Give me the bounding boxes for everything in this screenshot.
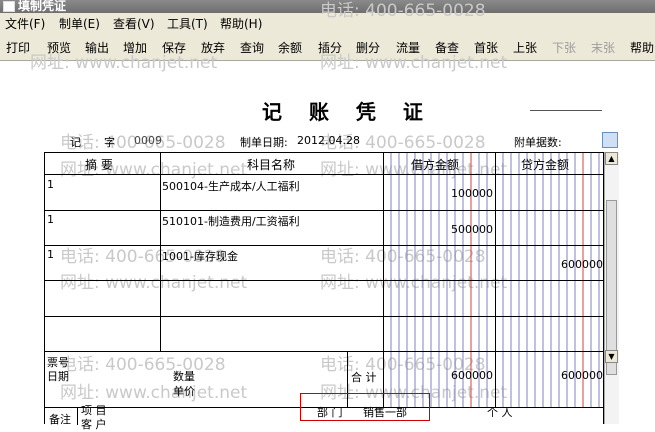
- person-label: 个 人: [487, 406, 513, 419]
- customer-label: 客 户: [81, 418, 107, 431]
- watermark-phone: 电话: 400-665-0028: [320, 1, 486, 21]
- scroll-thumb[interactable]: [606, 200, 617, 375]
- divider: [45, 280, 605, 281]
- menu-view[interactable]: 查看(V): [113, 15, 155, 32]
- divider: [45, 316, 605, 317]
- scroll-up-icon[interactable]: ▲: [605, 152, 618, 165]
- vertical-scrollbar[interactable]: ▲ ▼: [604, 152, 619, 424]
- menu-tools[interactable]: 工具(T): [167, 15, 208, 32]
- column-header-account: 科目名称: [247, 158, 296, 172]
- voucher-title: 记 账 凭 证: [262, 100, 433, 124]
- scroll-down-icon[interactable]: ▼: [605, 350, 618, 363]
- ticket-date-label: 日期: [47, 370, 69, 383]
- row-summary[interactable]: 1: [47, 248, 54, 261]
- search-icon[interactable]: [602, 132, 618, 148]
- divider: [45, 210, 605, 211]
- app-icon: [3, 1, 15, 12]
- unit-price-label: 单价: [173, 385, 195, 398]
- row-summary[interactable]: 1: [47, 213, 54, 226]
- amount-column-guides: [390, 153, 600, 407]
- quantity-label: 数量: [173, 370, 195, 383]
- menu-help[interactable]: 帮助(H): [220, 15, 262, 32]
- menu-voucher[interactable]: 制单(E): [59, 15, 100, 32]
- title-rule: [530, 110, 602, 111]
- divider: [77, 407, 78, 425]
- divider: [45, 174, 605, 175]
- column-header-credit: 贷方金额: [521, 158, 570, 172]
- watermark-site: 网址: www.chanjet.net: [320, 53, 508, 73]
- watermark-site: 网址: www.chanjet.net: [30, 53, 218, 73]
- window-title: 填制凭证: [18, 0, 67, 13]
- toolbar-query-button[interactable]: 查询: [240, 39, 264, 56]
- toolbar-balance-button[interactable]: 余额: [278, 39, 302, 56]
- voucher-type-label: 字: [104, 136, 115, 149]
- row-summary[interactable]: 1: [47, 178, 54, 191]
- menu-file[interactable]: 文件(F): [5, 15, 45, 32]
- row-credit[interactable]: 600000: [497, 258, 603, 271]
- toolbar-print-button[interactable]: 打印: [6, 39, 30, 56]
- toolbar-help-button[interactable]: 帮助: [630, 39, 654, 56]
- divider: [45, 245, 605, 246]
- row-account[interactable]: 510101-制造费用/工资福利: [162, 213, 300, 229]
- toolbar-last-button[interactable]: 末张: [591, 39, 615, 56]
- toolbar-prev-button[interactable]: 上张: [513, 39, 537, 56]
- row-account[interactable]: 500104-生产成本/人工福利: [162, 178, 300, 194]
- department-highlight: [300, 393, 430, 421]
- row-account[interactable]: 1001-库存现金: [162, 248, 238, 264]
- total-credit: 600000: [561, 369, 603, 382]
- voucher-type-field[interactable]: 记: [70, 134, 81, 150]
- voucher-grid: 摘 要 科目名称 借方金额 贷方金额 1 500104-生产成本/人工福利 10…: [44, 152, 605, 431]
- notes-label: 备注: [49, 413, 71, 426]
- toolbar-next-button[interactable]: 下张: [552, 39, 576, 56]
- voucher-number-field[interactable]: 0009: [134, 134, 162, 147]
- voucher-date-label: 制单日期:: [240, 136, 288, 149]
- column-header-summary: 摘 要: [85, 158, 113, 172]
- voucher-date-field[interactable]: 2012.04.28: [297, 134, 360, 147]
- divider: [383, 153, 384, 351]
- divider: [160, 153, 161, 351]
- total-label: 合 计: [351, 371, 377, 384]
- row-debit[interactable]: 500000: [385, 223, 493, 236]
- total-debit: 600000: [451, 369, 493, 382]
- column-header-debit: 借方金额: [411, 158, 460, 172]
- divider: [45, 351, 605, 352]
- attachments-label: 附单据数:: [514, 136, 562, 149]
- row-debit[interactable]: 100000: [385, 187, 493, 200]
